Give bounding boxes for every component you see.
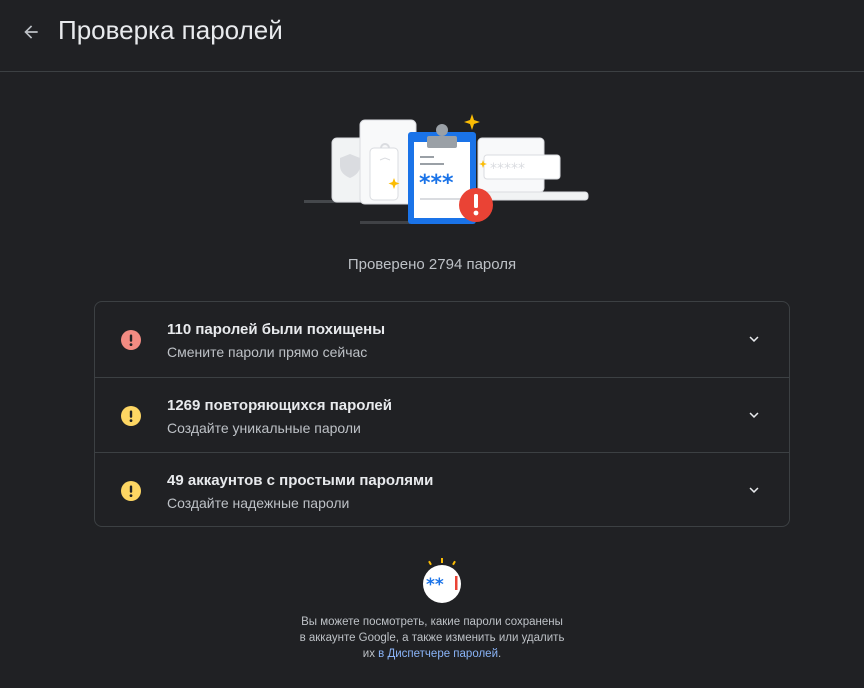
reused-passwords-row[interactable]: 1269 повторяющихся паролей Создайте уник…	[95, 377, 789, 452]
warning-circle-icon	[121, 481, 141, 501]
footer-description: Вы можете посмотреть, какие пароли сохра…	[0, 614, 864, 662]
row-title: 49 аккаунтов с простыми паролями	[167, 472, 434, 489]
footer-line: Вы можете посмотреть, какие пароли сохра…	[301, 616, 563, 628]
row-title: 110 паролей были похищены	[167, 321, 386, 338]
page-header: Проверка паролей	[0, 0, 864, 72]
arrow-left-icon	[24, 25, 38, 39]
password-manager-link[interactable]: в Диспетчере паролей	[378, 648, 498, 660]
chevron-down-icon[interactable]	[745, 406, 763, 424]
row-subtitle: Смените пароли прямо сейчас	[167, 344, 368, 360]
footer-line-suffix: .	[498, 648, 502, 660]
weak-passwords-row[interactable]: 49 аккаунтов с простыми паролями Создайт…	[95, 452, 789, 526]
chevron-down-icon[interactable]	[745, 481, 763, 499]
svg-text:***: ***	[419, 171, 454, 196]
footer-line-prefix: их	[362, 648, 379, 660]
page-title: Проверка паролей	[58, 15, 283, 45]
issues-card: 110 паролей были похищены Смените пароли…	[94, 301, 790, 527]
row-subtitle: Создайте надежные пароли	[167, 495, 350, 511]
back-button[interactable]	[18, 19, 44, 45]
footer-line: их в Диспетчере паролей.	[0, 646, 864, 662]
password-checkup-illustration: ***** ***	[304, 114, 589, 224]
row-title: 1269 повторяющихся паролей	[167, 397, 392, 414]
svg-text:**: **	[426, 575, 444, 595]
password-manager-icon: **	[423, 558, 461, 603]
warning-circle-icon	[121, 406, 141, 426]
footer-line: в аккаунте Google, а также изменить или …	[299, 632, 565, 644]
chevron-down-icon[interactable]	[745, 330, 763, 348]
svg-text:*****: *****	[490, 161, 525, 177]
row-subtitle: Создайте уникальные пароли	[167, 420, 361, 436]
error-circle-icon	[121, 330, 141, 350]
compromised-passwords-row[interactable]: 110 паролей были похищены Смените пароли…	[95, 302, 789, 377]
checked-count-text: Проверено 2794 пароля	[347, 256, 517, 273]
